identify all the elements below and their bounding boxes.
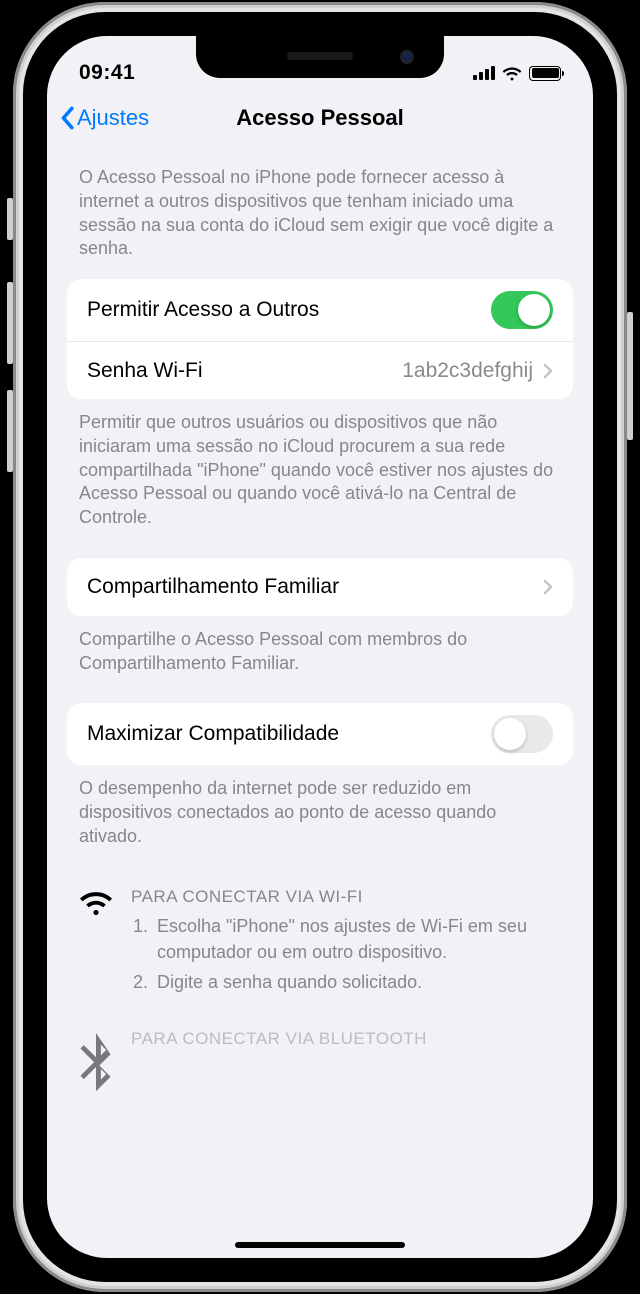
chevron-right-icon [543,363,553,379]
maximize-compat-label: Maximizar Compatibilidade [87,722,339,746]
instructions-wifi: PARA CONECTAR VIA WI-FI Escolha "iPhone"… [67,877,573,1009]
wifi-password-label: Senha Wi-Fi [87,359,203,383]
family-sharing-label: Compartilhamento Familiar [87,575,339,599]
group-family-footer: Compartilhe o Acesso Pessoal com membros… [67,616,573,704]
wifi-password-value: 1ab2c3defghij [402,359,533,383]
home-indicator[interactable] [235,1242,405,1248]
nav-bar: Ajustes Acesso Pessoal [47,92,593,144]
cellular-icon [473,66,495,80]
mute-switch [7,198,13,240]
family-sharing-row[interactable]: Compartilhamento Familiar [67,558,573,616]
maximize-compat-row[interactable]: Maximizar Compatibilidade [67,703,573,765]
group-access-footer: Permitir que outros usuários ou disposit… [67,399,573,558]
back-button[interactable]: Ajustes [59,105,149,131]
wifi-password-row[interactable]: Senha Wi-Fi 1ab2c3defghij [67,341,573,399]
status-time: 09:41 [79,61,135,85]
group-access: Permitir Acesso a Outros Senha Wi-Fi 1ab… [67,279,573,399]
content: O Acesso Pessoal no iPhone pode fornecer… [47,144,593,1107]
screen: 09:41 Ajustes Acesso Pessoal O Acesso Pe… [47,36,593,1258]
battery-icon [529,66,561,81]
bluetooth-icon [79,1029,113,1097]
maximize-compat-switch[interactable] [491,715,553,753]
power-button [627,312,633,440]
volume-up [7,282,13,364]
notch [196,36,444,78]
instructions-bluetooth-header: PARA CONECTAR VIA BLUETOOTH [131,1029,427,1049]
instructions-wifi-header: PARA CONECTAR VIA WI-FI [131,887,561,907]
volume-down [7,390,13,472]
allow-others-switch[interactable] [491,291,553,329]
wifi-icon [502,66,522,81]
status-icons [473,66,561,81]
instructions-wifi-step1: Escolha "iPhone" nos ajustes de Wi-Fi em… [153,913,561,965]
bezel: 09:41 Ajustes Acesso Pessoal O Acesso Pe… [23,12,617,1282]
allow-others-label: Permitir Acesso a Outros [87,298,319,322]
chevron-left-icon [59,106,75,130]
group-family: Compartilhamento Familiar [67,558,573,616]
intro-text: O Acesso Pessoal no iPhone pode fornecer… [67,144,573,279]
instructions-bluetooth: PARA CONECTAR VIA BLUETOOTH [67,1019,573,1107]
group-compat: Maximizar Compatibilidade [67,703,573,765]
phone-frame: 09:41 Ajustes Acesso Pessoal O Acesso Pe… [13,2,627,1292]
instructions-wifi-step2: Digite a senha quando solicitado. [153,969,561,995]
chevron-right-icon [543,579,553,595]
back-label: Ajustes [77,105,149,131]
allow-others-row[interactable]: Permitir Acesso a Outros [67,279,573,341]
wifi-icon [79,887,113,999]
group-compat-footer: O desempenho da internet pode ser reduzi… [67,765,573,876]
